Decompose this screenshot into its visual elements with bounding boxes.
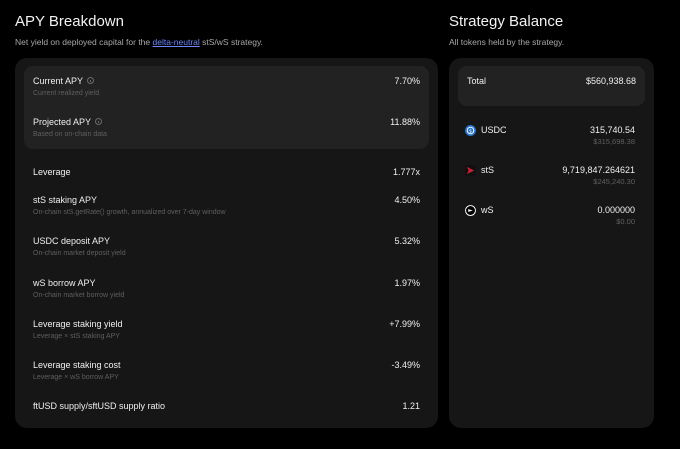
metric-sub: On-chain stS.getRate() growth, annualize… [33, 209, 226, 216]
leverage-staking-cost-row: Leverage staking cost Leverage × wS borr… [33, 360, 420, 390]
apy-breakdown-title: APY Breakdown [15, 13, 124, 30]
metric-label: Leverage staking yield [33, 319, 123, 329]
supply-ratio-row: ftUSD supply/sftUSD supply ratio 1.21 [33, 401, 420, 431]
current-apy-value: 7.70% [394, 76, 420, 86]
metric-value: +7.99% [389, 319, 420, 329]
metric-label: Leverage [33, 167, 71, 177]
metric-sub: On-chain market borrow yield [33, 292, 125, 299]
svg-text:$: $ [469, 128, 472, 134]
current-apy-label: Current APY [33, 76, 95, 86]
token-amount: 315,740.54 [589, 125, 635, 135]
token-usd-value: $315,698.38 [593, 137, 635, 146]
token-usd-value: $0.00 [616, 217, 635, 226]
current-apy-row: Current APY Current realized yield 7.70% [33, 76, 420, 106]
info-icon[interactable] [87, 77, 95, 84]
metric-sub: Leverage × stS staking APY [33, 333, 120, 340]
leverage-row: Leverage 1.777x [33, 167, 420, 197]
total-balance-box: Total $560,938.68 [458, 66, 645, 106]
metric-value: 1.777x [392, 167, 420, 177]
metric-value: 5.32% [394, 236, 420, 246]
info-icon[interactable] [95, 118, 103, 125]
apy-breakdown-card: Current APY Current realized yield 7.70%… [15, 58, 438, 428]
projected-apy-sub: Based on on-chain data [33, 131, 107, 138]
token-amount: 9,719,847.264621 [562, 165, 635, 175]
metric-label: wS borrow APY [33, 278, 96, 288]
metric-value: -3.49% [391, 360, 420, 370]
strategy-balance-subtitle: All tokens held by the strategy. [449, 37, 565, 47]
metric-sub: On-chain market deposit yield [33, 250, 126, 257]
usdc-icon: $ [465, 125, 476, 136]
usdc-deposit-apy-row: USDC deposit APY On-chain market deposit… [33, 236, 420, 266]
token-row-ws: wS 0.000000 $0.00 [465, 204, 635, 232]
metric-sub: Leverage × wS borrow APY [33, 374, 119, 381]
token-amount: 0.000000 [597, 205, 635, 215]
apy-breakdown-subtitle: Net yield on deployed capital for the de… [15, 37, 263, 47]
leverage-staking-yield-row: Leverage staking yield Leverage × stS st… [33, 319, 420, 349]
strategy-balance-title: Strategy Balance [449, 13, 564, 30]
subtitle-suffix: stS/wS strategy. [199, 37, 263, 47]
metric-value: 1.21 [402, 401, 420, 411]
projected-apy-row: Projected APY Based on on-chain data 11.… [33, 117, 420, 147]
sts-staking-apy-row: stS staking APY On-chain stS.getRate() g… [33, 195, 420, 225]
metric-value: 4.50% [394, 195, 420, 205]
token-usd-value: $245,240.30 [593, 177, 635, 186]
token-name: USDC [481, 125, 507, 135]
metric-label: Leverage staking cost [33, 360, 121, 370]
metric-label: USDC deposit APY [33, 236, 111, 246]
subtitle-prefix: Net yield on deployed capital for the [15, 37, 153, 47]
projected-apy-value: 11.88% [390, 117, 420, 127]
metric-label: stS staking APY [33, 195, 98, 205]
ws-borrow-apy-row: wS borrow APY On-chain market borrow yie… [33, 278, 420, 308]
projected-apy-label: Projected APY [33, 117, 103, 127]
token-row-sts: stS 9,719,847.264621 $245,240.30 [465, 164, 635, 192]
total-label: Total [467, 76, 487, 86]
current-apy-sub: Current realized yield [33, 90, 100, 97]
token-name: wS [481, 205, 494, 215]
ws-icon [465, 205, 476, 216]
sts-icon [465, 165, 476, 176]
token-name: stS [481, 165, 495, 175]
strategy-balance-card: Total $560,938.68 $ USDC 315,740.54 $315… [449, 58, 654, 428]
metric-value: 1.97% [394, 278, 420, 288]
delta-neutral-link[interactable]: delta-neutral [153, 37, 200, 47]
total-value: $560,938.68 [585, 76, 636, 86]
metric-label: ftUSD supply/sftUSD supply ratio [33, 401, 166, 411]
token-row-usdc: $ USDC 315,740.54 $315,698.38 [465, 124, 635, 152]
